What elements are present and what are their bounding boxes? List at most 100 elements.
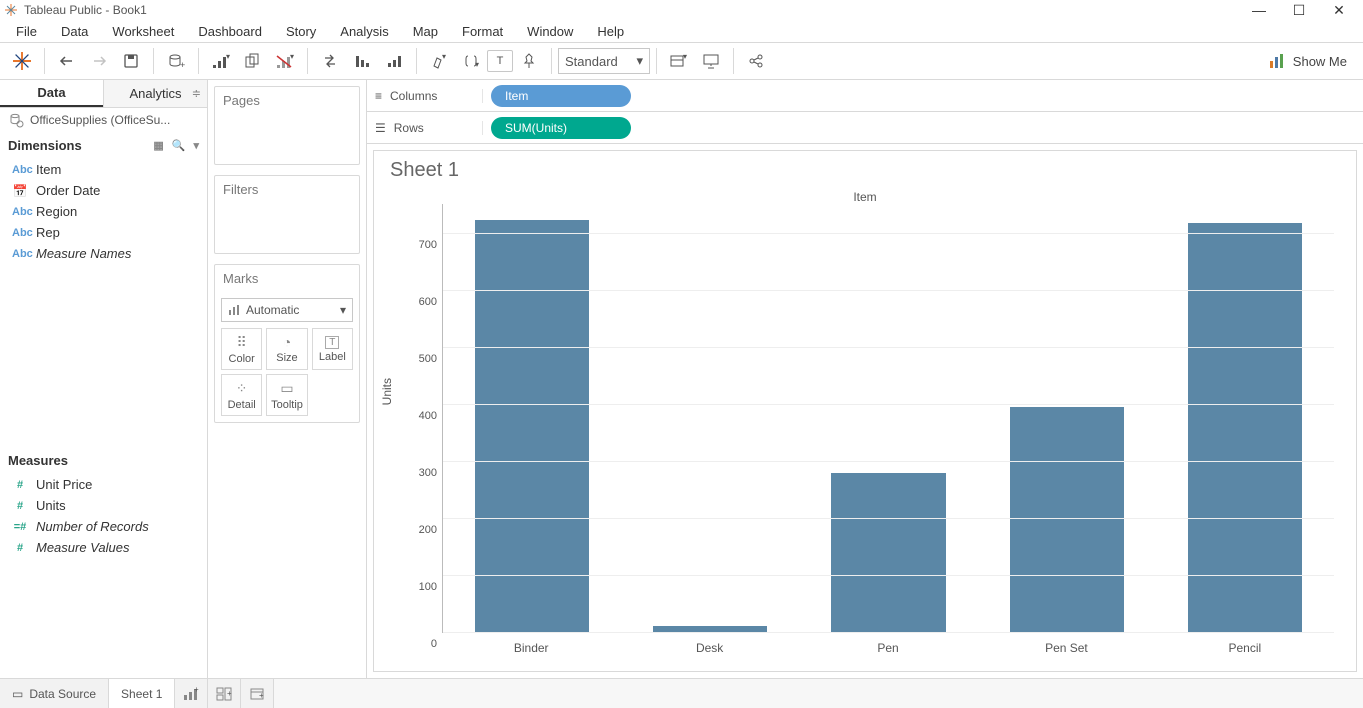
marks-size[interactable]: ◔Size bbox=[266, 328, 307, 370]
marks-color[interactable]: ⠿Color bbox=[221, 328, 262, 370]
menu-worksheet[interactable]: Worksheet bbox=[100, 22, 186, 41]
y-tick: 200 bbox=[419, 524, 443, 536]
y-tick: 100 bbox=[419, 581, 443, 593]
marks-label[interactable]: TLabel bbox=[312, 328, 353, 370]
show-cards-button[interactable]: ▾ bbox=[663, 46, 695, 76]
bar[interactable] bbox=[1010, 407, 1124, 632]
menu-analysis[interactable]: Analysis bbox=[328, 22, 400, 41]
bar-column[interactable] bbox=[1156, 204, 1334, 632]
svg-text:▾: ▾ bbox=[226, 53, 230, 61]
field-rep[interactable]: AbcRep bbox=[4, 222, 203, 243]
menu-dashboard[interactable]: Dashboard bbox=[186, 22, 274, 41]
field-number-of-records[interactable]: =#Number of Records bbox=[4, 516, 203, 537]
sheet-title[interactable]: Sheet 1 bbox=[386, 157, 1344, 186]
plot-area[interactable]: 0100200300400500600700 bbox=[442, 204, 1334, 633]
filters-title: Filters bbox=[215, 176, 359, 203]
svg-text:+: + bbox=[180, 60, 185, 70]
rows-shelf[interactable]: ☰Rows SUM(Units) bbox=[367, 112, 1363, 144]
bar-column[interactable] bbox=[621, 204, 799, 632]
show-me-button[interactable]: Show Me bbox=[1259, 53, 1357, 69]
menu-file[interactable]: File bbox=[4, 22, 49, 41]
pin-button[interactable] bbox=[513, 46, 545, 76]
pages-card[interactable]: Pages bbox=[214, 86, 360, 165]
tab-data-source[interactable]: ▭Data Source bbox=[0, 679, 109, 708]
tab-data[interactable]: Data bbox=[0, 80, 103, 107]
label-button[interactable]: T bbox=[487, 50, 513, 72]
rows-label: Rows bbox=[394, 121, 424, 135]
sort-asc-button[interactable] bbox=[346, 46, 378, 76]
field-item[interactable]: AbcItem bbox=[4, 159, 203, 180]
menu-map[interactable]: Map bbox=[401, 22, 450, 41]
save-button[interactable] bbox=[115, 46, 147, 76]
field-region[interactable]: AbcRegion bbox=[4, 201, 203, 222]
highlight-button[interactable]: ▾ bbox=[423, 46, 455, 76]
duplicate-button[interactable] bbox=[237, 46, 269, 76]
pill-item[interactable]: Item bbox=[491, 85, 631, 107]
bar-column[interactable] bbox=[443, 204, 621, 632]
view-list-icon[interactable]: ▦ bbox=[153, 139, 163, 152]
data-source-row[interactable]: OfficeSupplies (OfficeSu... bbox=[0, 108, 207, 132]
tableau-start-icon[interactable] bbox=[6, 46, 38, 76]
y-tick: 300 bbox=[419, 467, 443, 479]
menu-format[interactable]: Format bbox=[450, 22, 515, 41]
bar-column[interactable] bbox=[978, 204, 1156, 632]
menu-story[interactable]: Story bbox=[274, 22, 328, 41]
minimize-button[interactable]: — bbox=[1239, 2, 1279, 18]
new-dashboard-button[interactable]: + bbox=[208, 679, 241, 708]
swap-button[interactable] bbox=[314, 46, 346, 76]
abc-icon: Abc bbox=[12, 227, 28, 239]
titlebar: Tableau Public - Book1 — ☐ ✕ bbox=[0, 0, 1363, 20]
new-data-source-button[interactable]: + bbox=[160, 46, 192, 76]
y-tick: 700 bbox=[419, 239, 443, 251]
marks-detail[interactable]: ⁘Detail bbox=[221, 374, 262, 416]
bar[interactable] bbox=[831, 473, 945, 632]
menu-help[interactable]: Help bbox=[585, 22, 636, 41]
x-tick: Pencil bbox=[1156, 641, 1334, 655]
maximize-button[interactable]: ☐ bbox=[1279, 2, 1319, 19]
share-button[interactable] bbox=[740, 46, 772, 76]
filters-card[interactable]: Filters bbox=[214, 175, 360, 254]
chart[interactable]: Item Units 0100200300400500600700 Binder… bbox=[386, 186, 1344, 663]
redo-button[interactable] bbox=[83, 46, 115, 76]
analytics-menu-icon[interactable]: ≑ bbox=[192, 87, 201, 100]
search-icon[interactable]: 🔍 bbox=[172, 139, 186, 152]
undo-button[interactable] bbox=[51, 46, 83, 76]
new-story-button[interactable]: + bbox=[241, 679, 274, 708]
new-worksheet-button[interactable]: ▾ bbox=[205, 46, 237, 76]
new-sheet-button[interactable]: + bbox=[175, 679, 208, 708]
number-icon: # bbox=[12, 542, 28, 554]
menu-chevron-icon[interactable]: ▾ bbox=[193, 139, 199, 152]
sort-desc-button[interactable] bbox=[378, 46, 410, 76]
measures-header: Measures bbox=[8, 453, 68, 468]
bar[interactable] bbox=[475, 220, 589, 632]
menubar: File Data Worksheet Dashboard Story Anal… bbox=[0, 20, 1363, 42]
field-measure-names[interactable]: AbcMeasure Names bbox=[4, 243, 203, 264]
field-measure-values[interactable]: #Measure Values bbox=[4, 537, 203, 558]
menu-window[interactable]: Window bbox=[515, 22, 585, 41]
clear-button[interactable]: ▾ bbox=[269, 46, 301, 76]
db-icon: ▭ bbox=[12, 687, 23, 701]
data-source-icon bbox=[8, 112, 24, 128]
tab-sheet-1[interactable]: Sheet 1 bbox=[109, 679, 175, 708]
group-button[interactable]: ▾ bbox=[455, 46, 487, 76]
columns-shelf[interactable]: ≡Columns Item bbox=[367, 80, 1363, 112]
close-button[interactable]: ✕ bbox=[1319, 2, 1359, 19]
chevron-down-icon: ▾ bbox=[636, 53, 643, 69]
presentation-button[interactable] bbox=[695, 46, 727, 76]
pill-sum-units[interactable]: SUM(Units) bbox=[491, 117, 631, 139]
pages-title: Pages bbox=[215, 87, 359, 114]
field-order-date[interactable]: 📅Order Date bbox=[4, 180, 203, 201]
bar-column[interactable] bbox=[799, 204, 977, 632]
fit-dropdown[interactable]: Standard ▾ bbox=[558, 48, 650, 74]
tab-analytics[interactable]: Analytics ≑ bbox=[103, 80, 207, 107]
field-units[interactable]: #Units bbox=[4, 495, 203, 516]
calc-number-icon: =# bbox=[12, 521, 28, 533]
field-unit-price[interactable]: #Unit Price bbox=[4, 474, 203, 495]
x-tick: Desk bbox=[620, 641, 798, 655]
y-axis-title: Units bbox=[380, 377, 394, 404]
marks-type-dropdown[interactable]: Automatic ▾ bbox=[221, 298, 353, 322]
bar[interactable] bbox=[1188, 223, 1302, 632]
data-source-label: OfficeSupplies (OfficeSu... bbox=[30, 113, 170, 127]
menu-data[interactable]: Data bbox=[49, 22, 100, 41]
marks-tooltip[interactable]: ▭Tooltip bbox=[266, 374, 307, 416]
